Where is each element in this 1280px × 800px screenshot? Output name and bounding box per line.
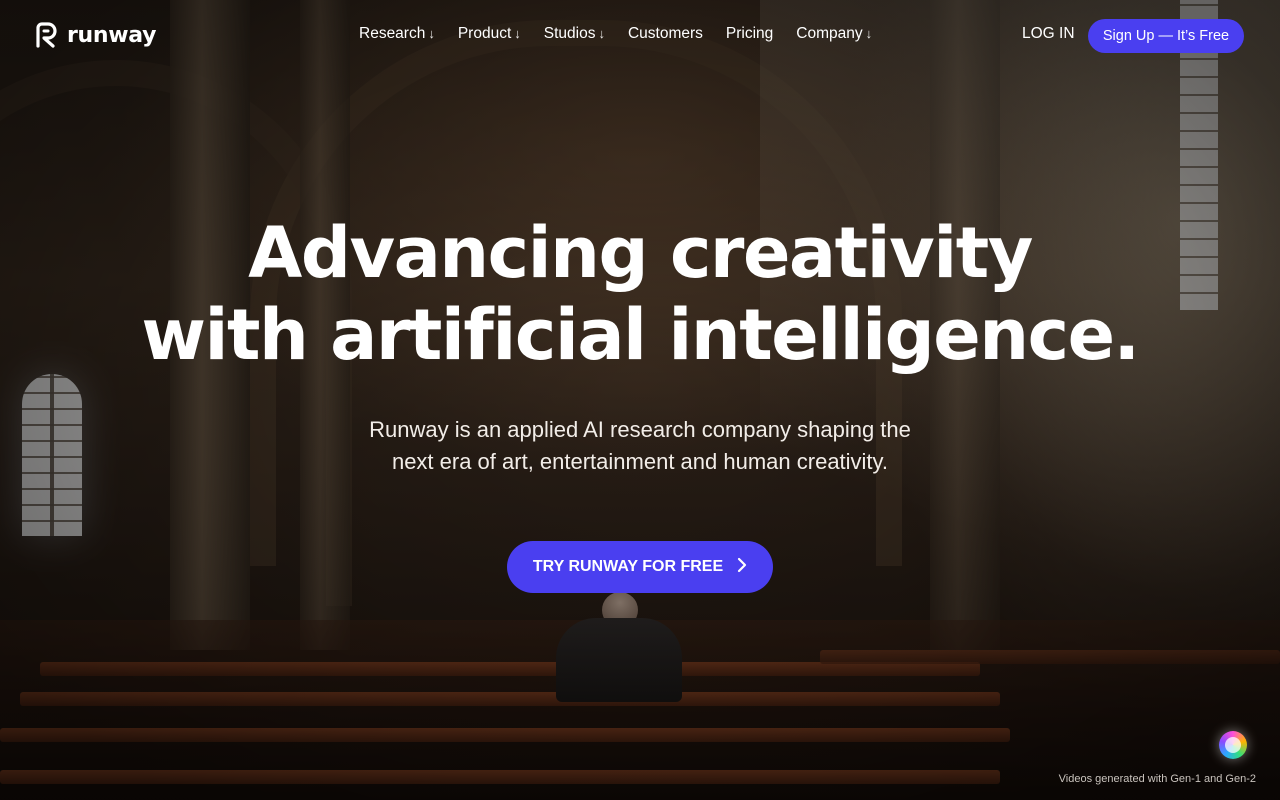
arrow-down-icon: ↓ (598, 26, 605, 41)
main-menu: Research ↓ Product ↓ Studios ↓ Customers Pr… (359, 25, 895, 43)
nav-item-studios[interactable]: Studios ↓ (544, 25, 605, 43)
arrow-down-icon: ↓ (514, 26, 521, 41)
nav-item-research[interactable]: Research ↓ (359, 25, 435, 43)
nav-item-label: Product (457, 25, 512, 42)
background-vignette (0, 0, 1280, 800)
nav-item-pricing[interactable]: Pricing (726, 25, 773, 43)
try-runway-button[interactable]: TRY RUNWAY FOR FREE (507, 541, 773, 593)
nav-item-label: Company (796, 25, 863, 42)
nav-item-company[interactable]: Company ↓ (796, 25, 872, 43)
runway-logo-icon (35, 22, 59, 48)
nav-item-customers[interactable]: Customers (628, 25, 703, 43)
assistant-orb-icon[interactable] (1219, 731, 1247, 759)
chevron-right-icon (737, 556, 747, 579)
logo[interactable]: runway (35, 22, 157, 48)
login-link[interactable]: LOG IN (1022, 25, 1075, 43)
top-nav: runway Research ↓ Product ↓ Studios ↓ Custo… (0, 0, 1280, 72)
video-caption: Videos generated with Gen-1 and Gen-2 (1058, 773, 1256, 785)
hero-section: runway Research ↓ Product ↓ Studios ↓ Custo… (0, 0, 1280, 800)
signup-button[interactable]: Sign Up — It’s Free (1088, 19, 1244, 53)
nav-item-label: Customers (627, 25, 703, 42)
hero-subheading-line: Runway is an applied AI research company… (369, 417, 911, 442)
nav-item-product[interactable]: Product ↓ (458, 25, 521, 43)
arrow-down-icon: ↓ (428, 26, 435, 41)
nav-item-label: Research (359, 25, 426, 42)
nav-item-label: Pricing (725, 25, 774, 42)
nav-item-label: Studios (543, 25, 596, 42)
logo-wordmark: runway (67, 22, 157, 48)
hero-subheading-line: next era of art, entertainment and human… (391, 449, 889, 474)
hero-headline-line: Advancing creativity (248, 212, 1033, 294)
cta-label: TRY RUNWAY FOR FREE (532, 558, 724, 575)
hero-headline: Advancing creativity with artificial int… (0, 212, 1280, 376)
hero-subheading: Runway is an applied AI research company… (0, 414, 1280, 478)
hero-headline-line: with artificial intelligence. (141, 294, 1140, 376)
arrow-down-icon: ↓ (865, 26, 873, 41)
